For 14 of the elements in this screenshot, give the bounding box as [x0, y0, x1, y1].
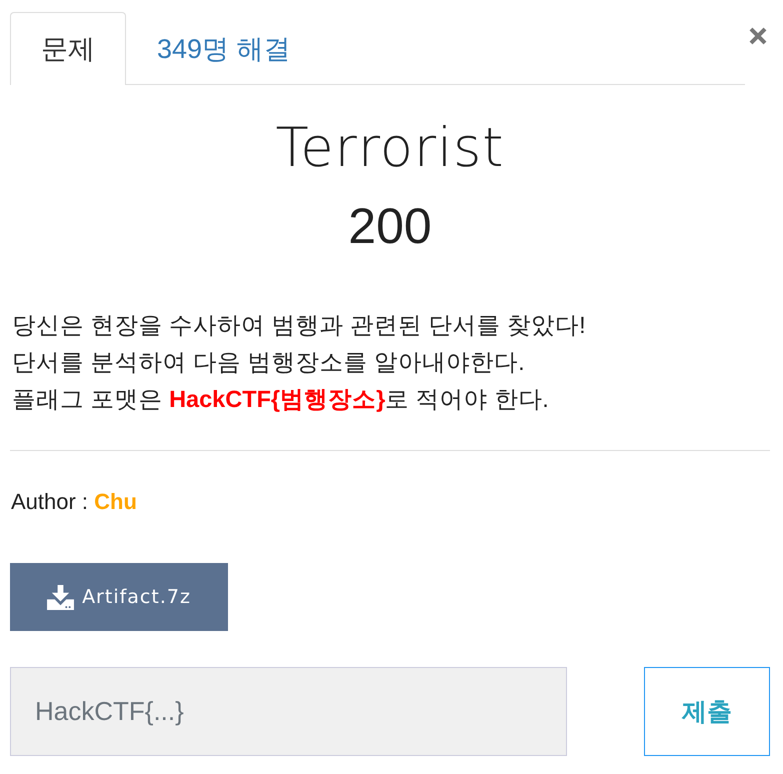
description-line: 플래그 포맷은 HackCTF{범행장소}로 적어야 한다. — [12, 385, 549, 414]
author-label: Author : — [11, 489, 88, 514]
description-line: 단서를 분석하여 다음 범행장소를 알아내야한다. — [12, 348, 525, 377]
submit-button[interactable]: 제출 — [644, 667, 770, 756]
description-line: 당신은 현장을 수사하여 범행과 관련된 단서를 찾았다! — [12, 311, 586, 340]
download-button[interactable]: Artifact.7z — [10, 563, 228, 631]
challenge-points: 200 — [348, 197, 432, 256]
tab[interactable]: 문제 — [10, 12, 126, 85]
tab[interactable]: 349명 해결 — [126, 12, 322, 85]
download-icon — [47, 584, 74, 610]
flag-input[interactable]: HackCTF{...} — [10, 667, 567, 756]
close-icon[interactable] — [748, 26, 768, 46]
challenge-title: Terrorist — [276, 115, 504, 181]
author-name: Chu — [94, 489, 137, 514]
